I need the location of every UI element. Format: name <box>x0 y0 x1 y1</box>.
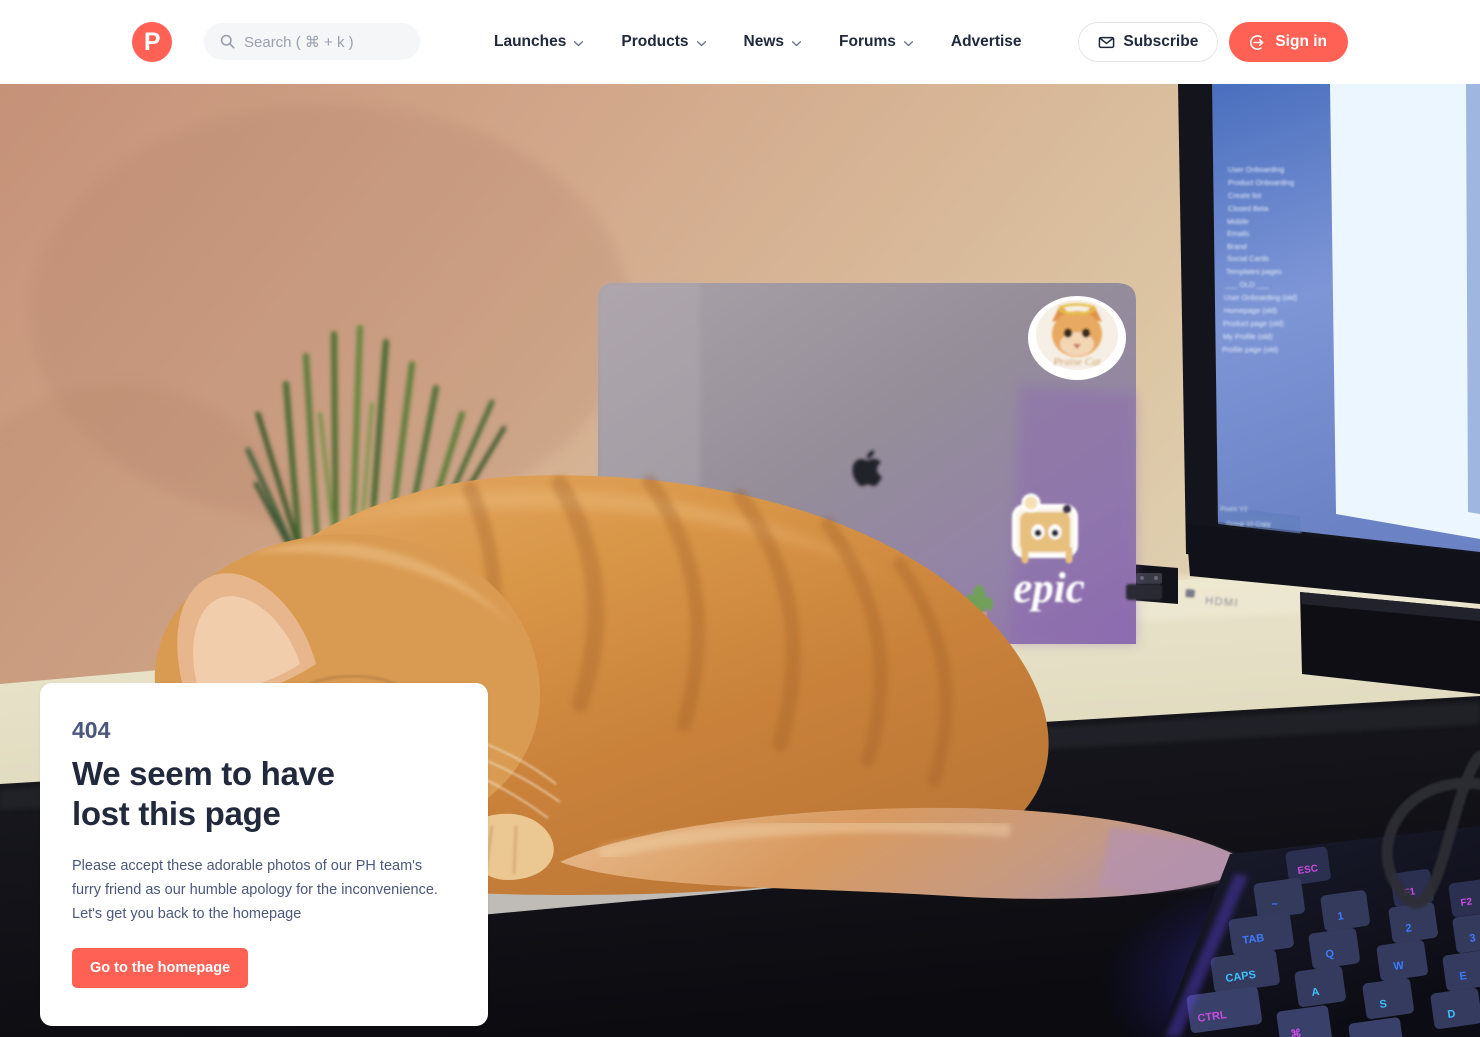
subscribe-button[interactable]: Subscribe <box>1078 22 1219 62</box>
nav-item-products[interactable]: Products <box>621 33 706 51</box>
subscribe-label: Subscribe <box>1123 33 1199 50</box>
chevron-down-icon <box>574 40 584 46</box>
nav-item-launches[interactable]: Launches <box>494 33 584 51</box>
epic-sticker-label: epic <box>1013 565 1085 612</box>
nav-item-advertise[interactable]: Advertise <box>951 33 1022 51</box>
error-description: Please accept these adorable photos of o… <box>72 857 438 922</box>
svg-text:Mobile: Mobile <box>1227 217 1249 226</box>
svg-text:Brand: Brand <box>1227 242 1247 251</box>
svg-text:Templates pages: Templates pages <box>1226 267 1282 276</box>
svg-text:⌘: ⌘ <box>1290 1028 1303 1037</box>
svg-text:Product Onboarding: Product Onboarding <box>1228 178 1294 187</box>
svg-text:Profile page (old): Profile page (old) <box>1222 345 1278 354</box>
chevron-down-icon <box>903 40 913 46</box>
cat-sticker: Praise Cat <box>1028 296 1126 380</box>
logo-letter: P <box>143 27 161 56</box>
svg-text:My Profile (old): My Profile (old) <box>1223 332 1273 341</box>
svg-text:User Onboarding (old): User Onboarding (old) <box>1224 293 1297 302</box>
nav-item-news[interactable]: News <box>744 33 803 51</box>
nav-item-forums[interactable]: Forums <box>839 33 914 51</box>
go-to-homepage-button[interactable]: Go to the homepage <box>72 948 249 989</box>
chevron-down-icon <box>791 40 802 46</box>
search-placeholder: Search ( ⌘ + k ) <box>244 33 354 51</box>
svg-text:User Onboarding: User Onboarding <box>1228 165 1284 174</box>
svg-text:Product page (old): Product page (old) <box>1223 319 1284 328</box>
svg-text:Praise Cat: Praise Cat <box>1052 356 1101 368</box>
chevron-down-icon <box>696 40 706 46</box>
nav-label: Advertise <box>950 33 1022 50</box>
search-input[interactable]: Search ( ⌘ + k ) <box>204 23 420 60</box>
svg-text:___ OLD ___: ___ OLD ___ <box>1224 280 1270 289</box>
header-actions: Subscribe Sign in <box>1078 22 1348 62</box>
sign-in-button[interactable]: Sign in <box>1229 22 1348 62</box>
error-card: 404 We seem to have lost this page Pleas… <box>40 683 488 1027</box>
signin-label: Sign in <box>1275 33 1327 50</box>
svg-text:Emails: Emails <box>1227 229 1249 238</box>
svg-text:Homepage (old): Homepage (old) <box>1224 306 1277 315</box>
product-hunt-logo[interactable]: P <box>132 22 172 62</box>
svg-text:Closed Beta: Closed Beta <box>1228 204 1269 213</box>
arrow-right-circle-icon <box>1250 34 1264 50</box>
key-f2: F2 <box>1460 896 1474 909</box>
error-title: We seem to have lost this page <box>72 755 335 833</box>
error-code: 404 <box>72 717 111 743</box>
nav-label: Launches <box>494 33 567 50</box>
primary-nav: Launches Products News Forums Advertise <box>494 0 1022 84</box>
svg-text:Pixels V2: Pixels V2 <box>1220 506 1248 513</box>
nav-label: News <box>743 33 785 50</box>
site-header: P Search ( ⌘ + k ) Launches Products New… <box>0 0 1480 84</box>
svg-text:Create list: Create list <box>1228 191 1261 200</box>
nav-label: Products <box>621 33 689 50</box>
search-icon <box>220 34 235 49</box>
nav-label: Forums <box>839 33 896 50</box>
svg-text:Social Cards: Social Cards <box>1227 254 1269 263</box>
envelope-icon <box>1099 36 1115 48</box>
